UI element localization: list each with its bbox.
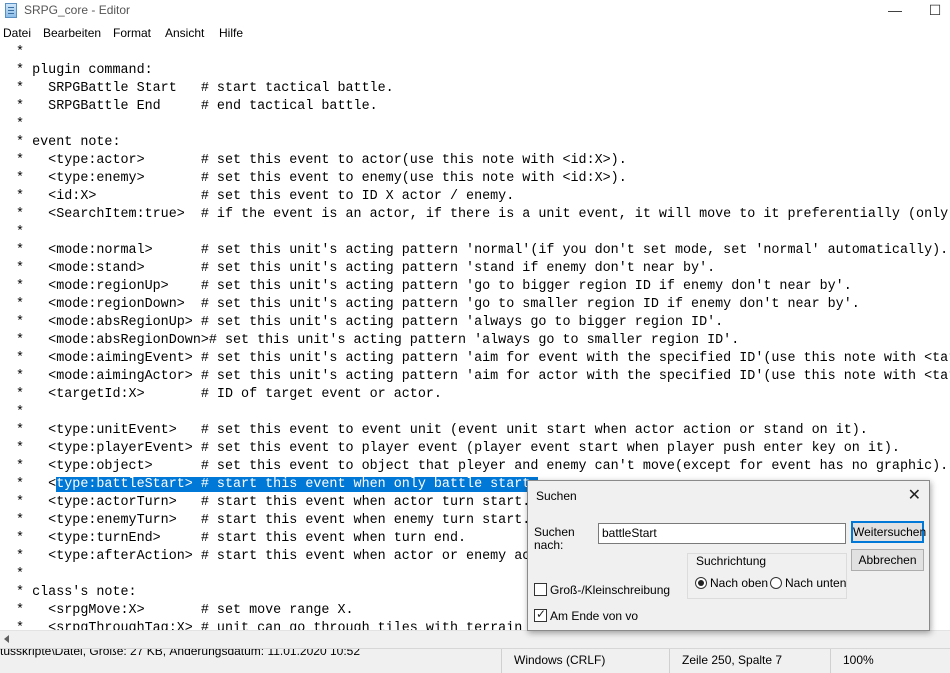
direction-up-label[interactable]: Nach oben [710,576,768,590]
match-case-checkbox[interactable] [534,583,547,596]
code-line: * <mode:normal> # set this unit's acting… [8,243,949,258]
wrap-around-checkbox[interactable]: ✓ [534,607,547,622]
code-line: * <mode:absRegionUp> # set this unit's a… [8,315,724,330]
code-line: * plugin command: [8,63,153,78]
status-cursor-position: Zeile 250, Spalte 7 [669,649,830,673]
code-line: * [8,225,25,240]
code-line: * <mode:stand> # set this unit's acting … [8,261,716,276]
find-dialog-title: Suchen [536,489,577,503]
maximize-button[interactable]: ☐ [920,0,950,22]
code-line: * <mode:aimingActor> # set this unit's a… [8,369,950,384]
code-line: * <type:object> # set this event to obje… [8,459,949,474]
code-line: * <type:actorTurn> # start this event wh… [8,495,531,510]
code-line: * <type:enemyTurn> # start this event wh… [8,513,531,528]
search-input[interactable]: battleStart [598,523,846,544]
search-label: Suchen [534,525,575,539]
code-line: * <type:turnEnd> # start this event when… [8,531,467,546]
cancel-button[interactable]: Abbrechen [851,549,924,571]
code-line: * class's note: [8,585,137,600]
menu-format[interactable]: Format [113,26,151,40]
code-line: * <targetId:X> # ID of target event or a… [8,387,442,402]
code-line: * <type:afterAction> # start this event … [8,549,539,564]
code-line: * <type:playerEvent> # set this event to… [8,441,900,456]
direction-down-radio[interactable] [770,577,782,589]
code-line: * <srpgMove:X> # set move range X. [8,603,354,618]
code-line: * <id:X> # set this event to ID X actor … [8,189,515,204]
code-line: * <type:unitEvent> # set this event to e… [8,423,868,438]
direction-group-title: Suchrichtung [694,554,769,568]
status-line-ending: Windows (CRLF) [501,649,669,673]
match-case-label[interactable]: Groß-/Kleinschreibung [550,583,670,597]
menu-hilfe[interactable]: Hilfe [219,26,243,40]
code-line: * SRPGBattle End # end tactical battle. [8,99,378,114]
status-file-info: tusskripte\Datei, Größe: 27 KB, Änderung… [0,649,360,658]
code-line: * <srpgThroughTag:X> # unit can go throu… [8,621,539,630]
menu-bar: Datei Bearbeiten Format Ansicht Hilfe [0,24,950,43]
code-line: * event note: [8,135,121,150]
code-line: * <mode:regionUp> # set this unit's acti… [8,279,852,294]
menu-ansicht[interactable]: Ansicht [165,26,204,40]
status-zoom: 100% [830,649,950,673]
code-line: * [8,45,25,60]
code-line: * <mode:absRegionDown># set this unit's … [8,333,740,348]
direction-down-label[interactable]: Nach unten [785,576,846,590]
code-line: * SRPGBattle Start # start tactical batt… [8,81,394,96]
code-line: * <SearchItem:true> # if the event is an… [8,207,950,222]
code-line: * [8,405,25,420]
code-line: * <mode:aimingEvent> # set this unit's a… [8,351,950,366]
notepad-icon [5,3,17,18]
code-line: * <type:battleStart> # start this event … [8,476,539,494]
code-line: * <type:enemy> # set this event to enemy… [8,171,627,186]
close-icon[interactable]: ✕ [908,485,921,505]
menu-bearbeiten[interactable]: Bearbeiten [43,26,101,40]
horizontal-scrollbar[interactable] [0,630,950,648]
minimize-button[interactable]: — [880,0,910,22]
code-line: * [8,117,25,132]
title-bar: SRPG_core - Editor — ☐ [0,0,950,22]
code-line: * <type:actor> # set this event to actor… [8,153,627,168]
scroll-left-icon[interactable] [4,635,9,643]
find-next-button[interactable]: Weitersuchen [851,521,926,543]
code-line: * <mode:regionDown> # set this unit's ac… [8,297,860,312]
menu-datei[interactable]: Datei [3,26,31,40]
direction-up-radio[interactable] [695,577,707,589]
code-line: * [8,567,25,582]
search-label-line2: nach: [534,538,564,552]
code-line-prefix: * < [8,477,57,492]
selected-text: type:battleStart> # start this event whe… [56,477,539,492]
status-bar: tusskripte\Datei, Größe: 27 KB, Änderung… [0,648,950,673]
checkmark-icon: ✓ [536,607,547,621]
find-dialog: Suchen ✕ Suchen nach: battleStart Weiter… [527,480,930,631]
wrap-around-label[interactable]: Am Ende von vo [550,609,638,623]
window-title: SRPG_core - Editor [24,3,131,17]
